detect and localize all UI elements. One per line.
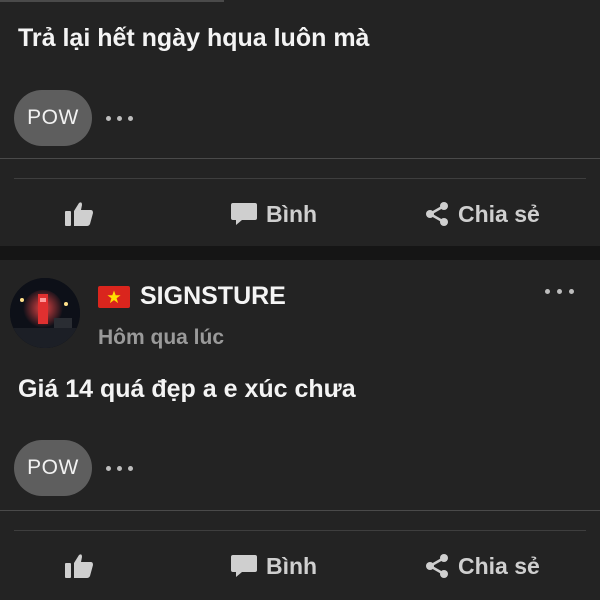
pow-button[interactable]: POW <box>14 440 92 496</box>
divider <box>14 530 586 531</box>
reaction-row: POW <box>14 90 133 146</box>
comment-button[interactable]: Bình <box>230 546 317 586</box>
author-name[interactable]: SIGNSTURE <box>140 282 286 311</box>
pow-button[interactable]: POW <box>14 90 92 146</box>
divider <box>14 178 586 179</box>
share-button[interactable]: Chia sẻ <box>424 194 540 234</box>
post-separator <box>0 246 600 260</box>
comment-label: Bình <box>266 200 318 227</box>
post-timestamp: Hôm qua lúc <box>98 326 225 349</box>
action-bar: Bình Chia sẻ <box>0 546 600 586</box>
share-label: Chia sẻ <box>458 200 540 227</box>
comment-bubble-icon <box>231 203 257 225</box>
more-dots-icon[interactable] <box>106 465 133 471</box>
more-dots-icon[interactable] <box>106 115 133 121</box>
author-row: SIGNSTURE <box>98 282 286 311</box>
share-icon <box>426 202 448 226</box>
reaction-row: POW <box>14 440 133 496</box>
share-label: Chia sẻ <box>458 552 540 579</box>
comment-bubble-icon <box>231 555 257 577</box>
divider <box>0 510 600 511</box>
top-edge-indicator <box>0 0 224 2</box>
post-card: Trả lại hết ngày hqua luôn mà POW Bình C… <box>0 0 600 246</box>
share-icon <box>426 554 448 578</box>
vietnam-flag-icon <box>98 285 130 308</box>
like-button[interactable] <box>64 194 94 234</box>
divider <box>0 158 600 159</box>
post-card: SIGNSTURE Hôm qua lúc Giá 14 quá đẹp a e… <box>0 260 600 600</box>
more-options-icon[interactable] <box>545 289 574 294</box>
post-text: Trả lại hết ngày hqua luôn mà <box>18 24 370 52</box>
comment-button[interactable]: Bình <box>230 194 317 234</box>
comment-label: Bình <box>266 552 318 579</box>
like-button[interactable] <box>64 546 94 586</box>
avatar[interactable] <box>10 278 80 348</box>
share-button[interactable]: Chia sẻ <box>424 546 540 586</box>
thumbs-up-icon <box>65 202 93 226</box>
action-bar: Bình Chia sẻ <box>0 194 600 234</box>
post-text: Giá 14 quá đẹp a e xúc chưa <box>18 375 356 403</box>
thumbs-up-icon <box>65 554 93 578</box>
